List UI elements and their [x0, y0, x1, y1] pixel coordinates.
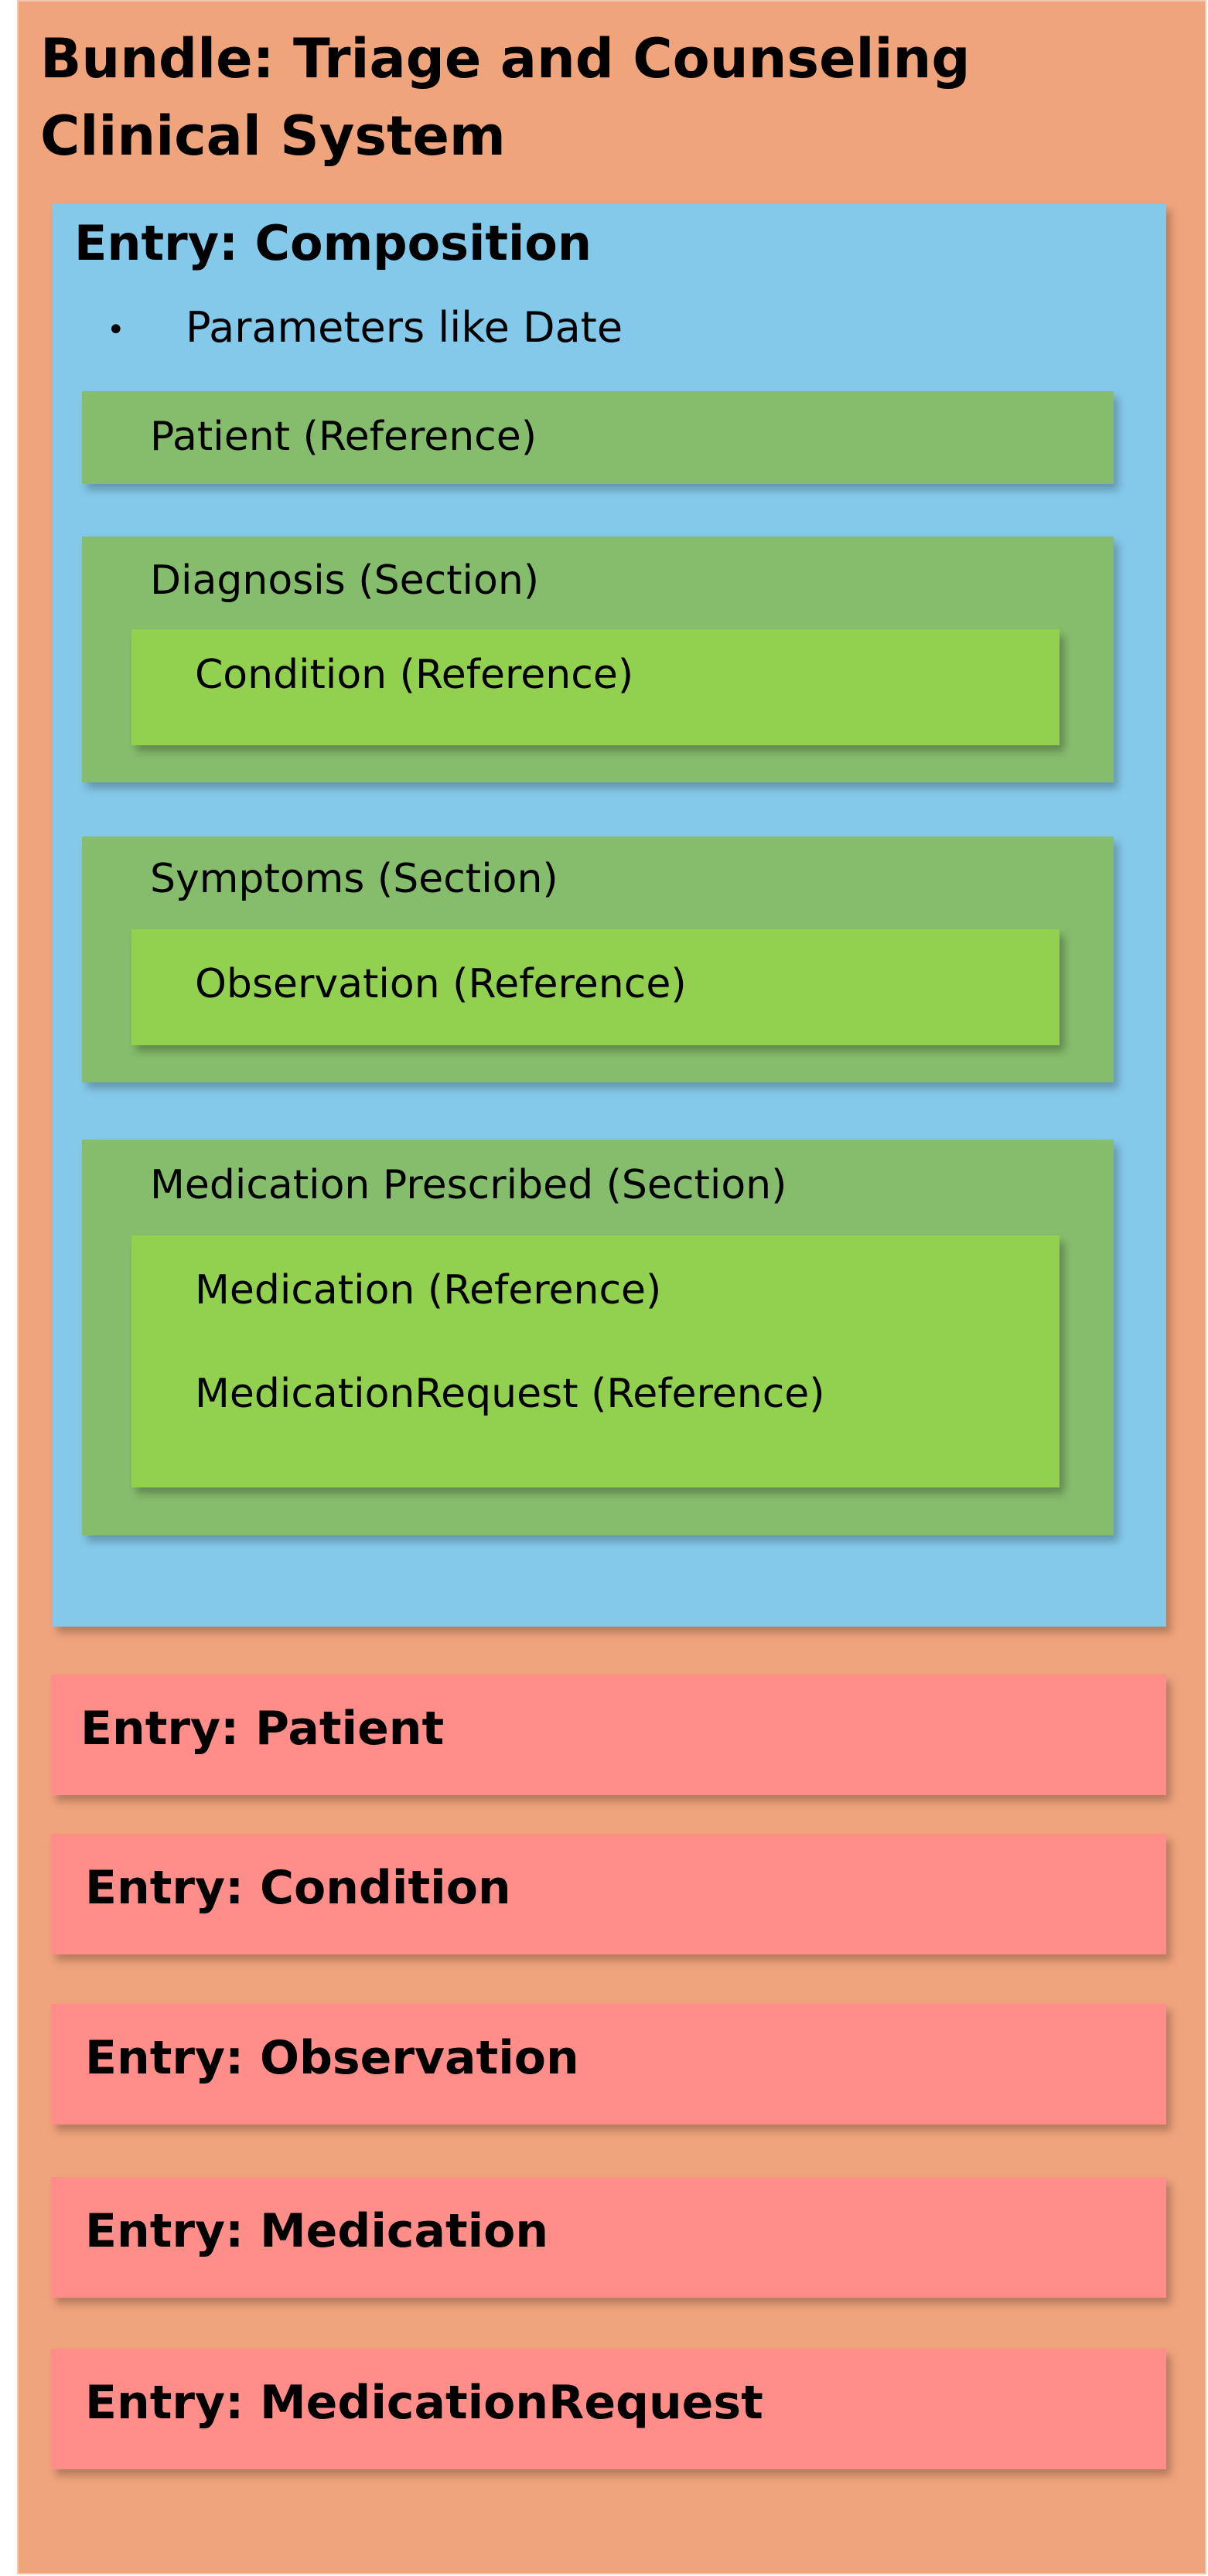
entry-patient-label: Entry: Patient	[80, 1702, 445, 1756]
entry-medication-label: Entry: Medication	[85, 2204, 549, 2258]
entry-condition-label: Entry: Condition	[85, 1861, 511, 1915]
entry-observation-label: Entry: Observation	[85, 2031, 579, 2085]
symptoms-section-title: Symptoms (Section)	[150, 856, 558, 902]
patient-reference-label: Patient (Reference)	[150, 414, 537, 460]
medication-prescribed-section-title: Medication Prescribed (Section)	[150, 1162, 787, 1208]
medication-reference-label: Medication (Reference)	[195, 1267, 662, 1314]
condition-reference-label: Condition (Reference)	[195, 652, 634, 698]
bullet-icon: •	[107, 312, 125, 348]
composition-bullet: Parameters like Date	[186, 303, 623, 352]
entry-medicationrequest-label: Entry: MedicationRequest	[85, 2376, 763, 2430]
diagnosis-section-title: Diagnosis (Section)	[150, 557, 540, 604]
composition-title: Entry: Composition	[74, 215, 592, 271]
observation-reference-label: Observation (Reference)	[195, 961, 687, 1007]
medicationrequest-reference-label: MedicationRequest (Reference)	[195, 1371, 825, 1417]
bundle-title: Bundle: Triage and Counseling Clinical S…	[40, 27, 971, 168]
